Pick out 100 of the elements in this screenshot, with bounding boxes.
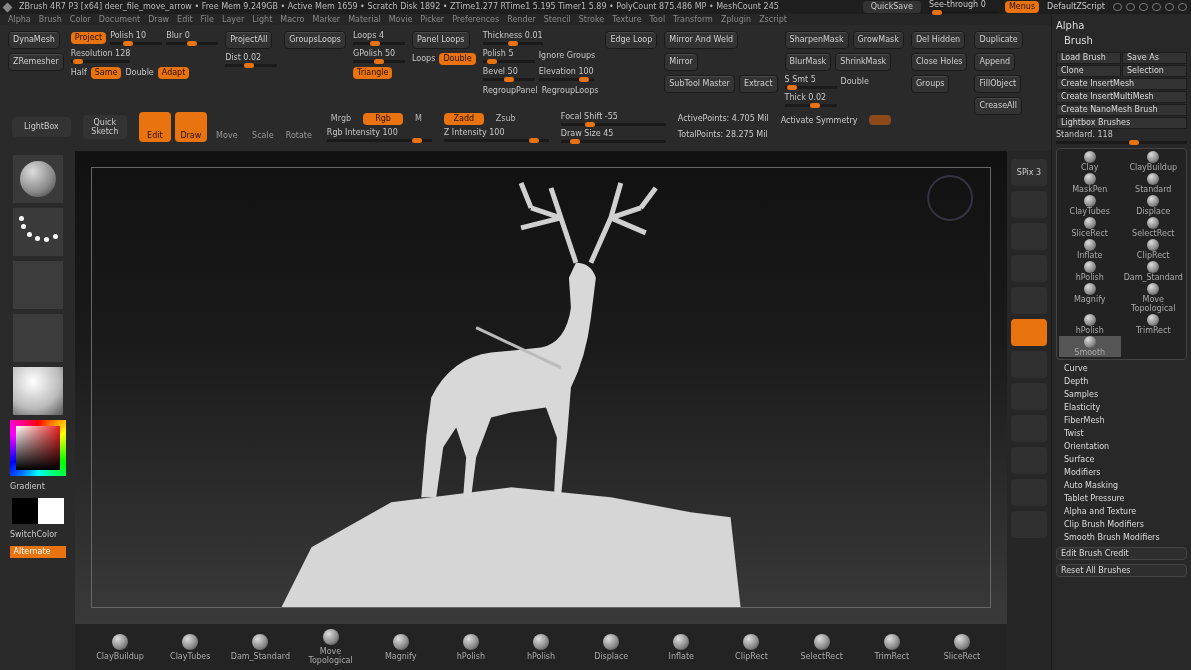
view-tool-button[interactable]: SPix 3 bbox=[1011, 159, 1047, 186]
gradient-label[interactable]: Gradient bbox=[10, 481, 45, 493]
shelf-button[interactable]: Mirror And Weld bbox=[664, 31, 739, 49]
brush-shortcut[interactable]: hPolish bbox=[437, 633, 504, 661]
brush-palette-button[interactable]: Selection bbox=[1122, 65, 1187, 77]
brush-subpalette-item[interactable]: Elasticity bbox=[1064, 403, 1187, 413]
mode-button[interactable]: Scale bbox=[246, 112, 279, 142]
brush-item[interactable]: SelectRect bbox=[1122, 217, 1184, 238]
z-toggle[interactable]: Zadd bbox=[443, 112, 484, 125]
menu-item[interactable]: Material bbox=[348, 14, 381, 25]
option-label[interactable]: Loops bbox=[412, 53, 436, 65]
rgb-toggle[interactable]: Mrgb bbox=[326, 112, 356, 125]
menu-item[interactable]: Tool bbox=[649, 14, 666, 25]
option-label[interactable]: Half bbox=[70, 67, 87, 79]
brush-subpalette-item[interactable]: FiberMesh bbox=[1064, 416, 1187, 426]
brush-palette-button[interactable]: Create NanoMesh Brush bbox=[1056, 104, 1187, 116]
menu-item[interactable]: Macro bbox=[280, 14, 305, 25]
slider-thumb[interactable] bbox=[187, 41, 198, 46]
slider-thumb[interactable] bbox=[412, 137, 423, 143]
brush-shortcut[interactable]: ClipRect bbox=[718, 633, 785, 661]
menu-item[interactable]: Color bbox=[69, 14, 91, 25]
brush-subpalette-item[interactable]: Twist bbox=[1064, 429, 1187, 439]
switch-color-button[interactable]: SwitchColor bbox=[10, 529, 58, 541]
shelf-button[interactable]: Mirror bbox=[664, 53, 698, 71]
slider-thumb[interactable] bbox=[584, 121, 595, 127]
shelf-button[interactable]: SharpenMask bbox=[784, 31, 849, 49]
brush-item[interactable]: SliceRect bbox=[1059, 217, 1121, 238]
brush-item[interactable]: hPolish bbox=[1059, 314, 1121, 335]
brush-subpalette-item[interactable]: Tablet Pressure bbox=[1064, 494, 1187, 504]
brush-palette-button[interactable]: Create InsertMultiMesh bbox=[1056, 91, 1187, 103]
activate-symmetry-button[interactable]: Activate Symmetry bbox=[780, 115, 858, 127]
brush-palette-button[interactable]: Lightbox Brushes bbox=[1056, 117, 1187, 129]
shelf-button[interactable]: Groups bbox=[910, 75, 950, 93]
menus-toggle[interactable]: Menus bbox=[1004, 1, 1040, 13]
menu-item[interactable]: Stroke bbox=[578, 14, 605, 25]
brush-shortcut[interactable]: hPolish bbox=[507, 633, 575, 661]
shelf-button[interactable]: FillObject bbox=[974, 75, 1022, 93]
mode-button[interactable]: Rotate bbox=[282, 112, 315, 142]
brush-shortcut[interactable]: TrimRect bbox=[858, 633, 925, 661]
brush-subpalette-item[interactable]: Smooth Brush Modifiers bbox=[1064, 533, 1187, 543]
slider-thumb[interactable] bbox=[570, 138, 581, 144]
shelf-button[interactable]: Extract bbox=[738, 75, 778, 93]
secondary-color-swatch[interactable] bbox=[37, 498, 64, 524]
lightbox-button[interactable]: LightBox bbox=[12, 117, 71, 137]
slider-thumb[interactable] bbox=[503, 77, 514, 82]
brush-shortcut[interactable]: Displace bbox=[578, 633, 645, 661]
rgb-toggle[interactable]: M bbox=[411, 112, 426, 125]
shelf-button[interactable]: Edge Loop bbox=[605, 31, 658, 49]
brush-item[interactable]: Dam_Standard bbox=[1122, 261, 1184, 282]
shelf-button[interactable]: GroupsLoops bbox=[284, 31, 346, 49]
toggle-button[interactable]: Project bbox=[70, 32, 107, 44]
shelf-button[interactable]: Del Hidden bbox=[910, 31, 966, 49]
brush-item[interactable]: ClayBuildup bbox=[1122, 151, 1184, 172]
brush-subpalette-item[interactable]: Samples bbox=[1064, 390, 1187, 400]
brush-subpalette-item[interactable]: Alpha and Texture bbox=[1064, 507, 1187, 517]
slider-thumb[interactable] bbox=[529, 137, 540, 143]
menu-item[interactable]: Edit bbox=[177, 14, 193, 25]
brush-subpalette-item[interactable]: Depth bbox=[1064, 377, 1187, 387]
menu-item[interactable]: Zscript bbox=[759, 14, 787, 25]
brush-shortcut[interactable]: Magnify bbox=[367, 633, 434, 661]
slider-thumb[interactable] bbox=[73, 59, 84, 64]
toggle-button[interactable]: Adapt bbox=[157, 67, 190, 79]
shelf-button[interactable]: GrowMask bbox=[852, 31, 904, 49]
brush-palette-button[interactable]: Create InsertMesh bbox=[1056, 78, 1187, 90]
menu-item[interactable]: Alpha bbox=[8, 14, 31, 25]
menu-item[interactable]: Zplugin bbox=[720, 14, 752, 25]
quicksave-button[interactable]: QuickSave bbox=[862, 1, 921, 13]
slider-thumb[interactable] bbox=[122, 41, 133, 46]
brush-item[interactable]: Magnify bbox=[1059, 283, 1121, 313]
symmetry-toggle-icon[interactable] bbox=[869, 115, 892, 125]
toggle-button[interactable]: Double bbox=[439, 53, 476, 65]
brush-subpalette-item[interactable]: Surface bbox=[1064, 455, 1187, 465]
slider-thumb[interactable] bbox=[244, 63, 255, 68]
quick-sketch-button[interactable]: Quick Sketch bbox=[82, 115, 127, 139]
menu-item[interactable]: Render bbox=[507, 14, 536, 25]
brush-subpalette-item[interactable]: Modifiers bbox=[1064, 468, 1187, 478]
slider-thumb[interactable] bbox=[374, 59, 384, 64]
brush-item[interactable]: ClipRect bbox=[1122, 239, 1184, 260]
brush-palette-button[interactable]: Load Brush bbox=[1056, 52, 1121, 64]
brush-item[interactable]: hPolish bbox=[1059, 261, 1121, 282]
brush-palette-header[interactable]: Brush bbox=[1064, 33, 1187, 48]
brush-shortcut[interactable]: ClayTubes bbox=[157, 633, 224, 661]
shelf-button[interactable]: Duplicate bbox=[974, 31, 1023, 49]
brush-shortcut[interactable]: Inflate bbox=[648, 633, 715, 661]
menu-item[interactable]: Transform bbox=[673, 14, 713, 25]
menu-item[interactable]: Movie bbox=[388, 14, 413, 25]
slider-thumb[interactable] bbox=[786, 85, 797, 90]
menu-item[interactable]: File bbox=[200, 14, 214, 25]
menu-item[interactable]: Marker bbox=[312, 14, 341, 25]
menu-item[interactable]: Stencil bbox=[543, 14, 571, 25]
canvas[interactable] bbox=[75, 151, 1007, 624]
option-label[interactable]: Double bbox=[125, 67, 154, 79]
menu-item[interactable]: Document bbox=[98, 14, 141, 25]
brush-subpalette-item[interactable]: Orientation bbox=[1064, 442, 1187, 452]
slider-thumb[interactable] bbox=[809, 103, 820, 108]
brush-item[interactable]: Inflate bbox=[1059, 239, 1121, 260]
menu-item[interactable]: Light bbox=[252, 14, 273, 25]
shelf-button[interactable]: Append bbox=[974, 53, 1016, 71]
brush-subpalette-item[interactable]: Clip Brush Modifiers bbox=[1064, 520, 1187, 530]
option-label[interactable]: RegroupPanel bbox=[482, 85, 538, 97]
